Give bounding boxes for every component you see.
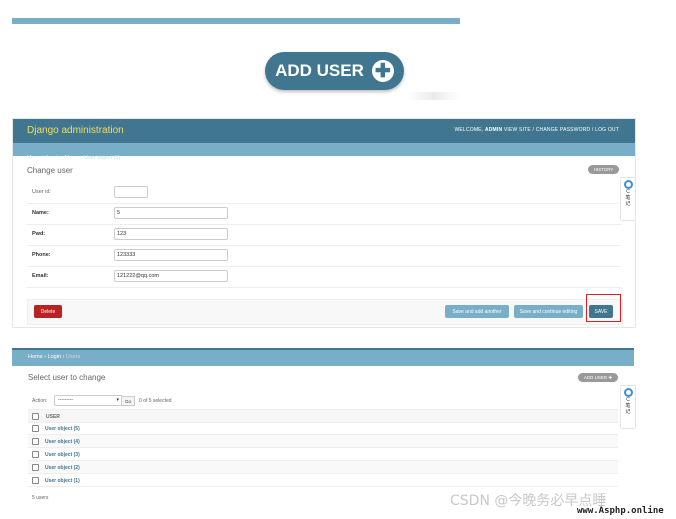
field-label: Phone: [32,252,51,258]
history-button[interactable]: HISTORY [588,165,619,174]
top-accent-bar [12,18,460,24]
name-field[interactable]: 5 [114,207,228,219]
add-user-button[interactable]: ADD USER ✚ [578,373,618,382]
save-and-continue-button[interactable]: Save and continue editing [514,305,583,318]
row-checkbox[interactable] [32,477,39,484]
breadcrumb-current: Users [65,354,81,360]
site-watermark: www.Asphp.online [577,506,664,516]
form-row-user-id: User id: [27,183,621,204]
pwd-field[interactable]: 123 [114,228,228,240]
user-link[interactable]: User object (2) [45,465,80,471]
site-branding[interactable]: Django administration [27,125,124,136]
breadcrumb-home[interactable]: Home [27,155,42,161]
field-label: Email: [32,273,49,279]
field-label: Pwd: [32,231,46,237]
user-link[interactable]: User object (1) [45,478,80,484]
select-all-checkbox[interactable] [32,413,39,420]
selection-counter: 0 of 5 selected [139,398,172,404]
column-header-user[interactable]: USER [46,414,60,420]
table-row: User object (4) [28,435,618,448]
plus-icon: ✚ [371,60,394,82]
add-user-button-large[interactable]: ADD USER ✚ [265,52,404,90]
user-link[interactable]: User object (5) [45,426,80,432]
form-row-email: Email: 121222@qq.com [27,267,621,288]
decorative-shadow [408,92,460,100]
user-link[interactable]: User object (3) [45,452,80,458]
add-user-label: ADD USER [275,61,364,80]
email-field[interactable]: 121222@qq.com [114,270,228,282]
page-title: Change user [27,166,73,175]
breadcrumb-model[interactable]: Users [65,155,79,161]
side-widget[interactable]: C 笔 记 [620,177,636,221]
breadcrumb-app[interactable]: Login [48,354,61,360]
breadcrumb: Home › Login › Users › User object (5) [13,143,635,161]
table-header: USER [28,409,618,423]
table-row: User object (1) [28,474,618,487]
table-row: User object (5) [28,422,618,435]
side-widget[interactable]: C 笔 记 [620,385,636,429]
page-title: Select user to change [28,373,106,382]
chevron-down-icon: ▾ [116,397,119,403]
breadcrumb-current: User object (5) [84,155,121,161]
breadcrumb-app[interactable]: Login [47,155,60,161]
form-row-phone: Phone: 123333 [27,246,621,267]
action-label: Action: [32,398,48,404]
row-checkbox[interactable] [32,464,39,471]
user-tools: WELCOME, ADMIN VIEW SITE / CHANGE PASSWO… [454,127,619,133]
username: ADMIN [484,127,503,133]
field-label: Name: [32,210,49,216]
paginator: 5 users [32,495,49,501]
user-changelist-panel: Home › Login › Users Select user to chan… [12,345,634,511]
admin-header: Django administration WELCOME, ADMIN VIE… [13,119,635,143]
user-id-field[interactable] [114,186,148,198]
user-link[interactable]: User object (4) [45,439,80,445]
go-button[interactable]: Go [121,396,135,406]
breadcrumb-home[interactable]: Home [28,354,43,360]
table-row: User object (3) [28,448,618,461]
welcome-text: WELCOME, [454,127,484,133]
submit-row: Delete Save and add another Save and con… [27,299,623,325]
field-label: User id: [32,189,51,195]
action-select-value: --------- [58,397,73,403]
note-icon [623,180,633,189]
row-checkbox[interactable] [32,451,39,458]
action-select[interactable]: --------- ▾ [54,395,123,406]
row-checkbox[interactable] [32,438,39,445]
side-widget-text-3: 记 [625,409,631,415]
breadcrumb: Home › Login › Users [12,348,634,366]
form-row-name: Name: 5 [27,204,621,225]
form-row-pwd: Pwd: 123 [27,225,621,246]
table-row: User object (2) [28,461,618,474]
side-widget-text-3: 记 [625,201,631,207]
save-and-add-another-button[interactable]: Save and add another [445,305,509,318]
highlight-box [586,294,621,322]
phone-field[interactable]: 123333 [114,249,228,261]
change-user-panel: Django administration WELCOME, ADMIN VIE… [12,118,636,328]
delete-button[interactable]: Delete [34,305,62,318]
note-icon [623,388,633,397]
user-links[interactable]: VIEW SITE / CHANGE PASSWORD / LOG OUT [504,127,619,133]
row-checkbox[interactable] [32,425,39,432]
